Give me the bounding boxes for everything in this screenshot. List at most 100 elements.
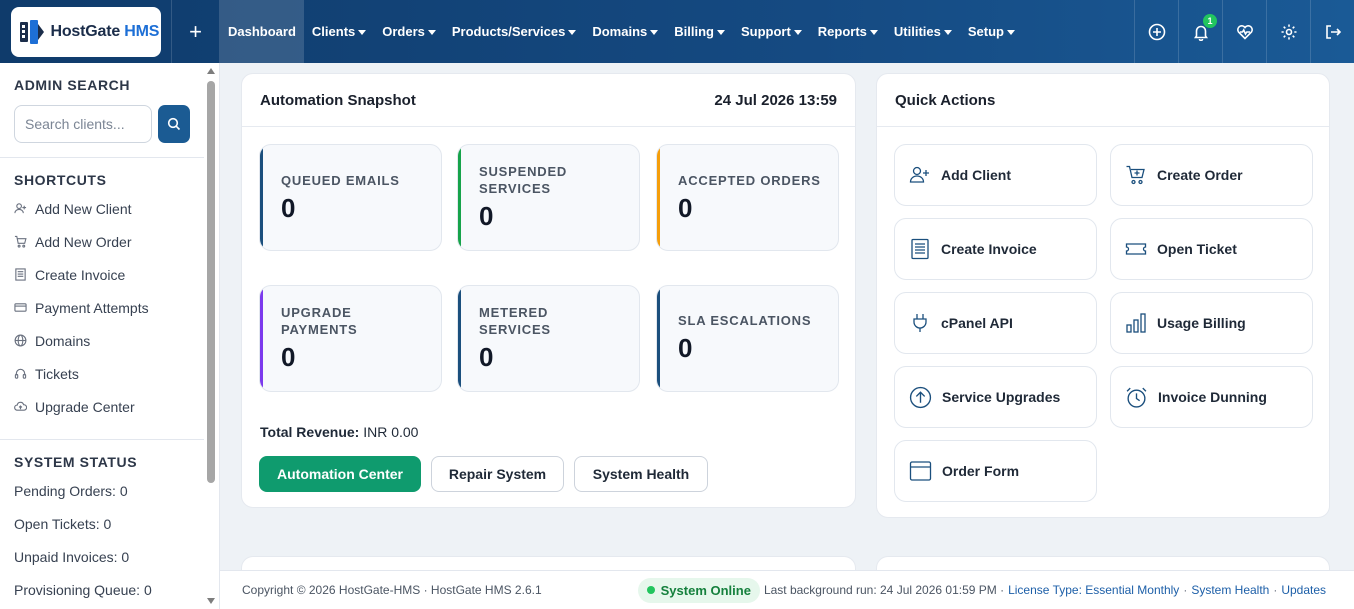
nav-billing[interactable]: Billing [666, 0, 733, 63]
nav-support[interactable]: Support [733, 0, 810, 63]
nav-reports[interactable]: Reports [810, 0, 886, 63]
nav-clients[interactable]: Clients [304, 0, 374, 63]
shortcut-tickets[interactable]: Tickets [0, 357, 219, 390]
stat-value: 0 [479, 201, 494, 231]
qa-label: Open Ticket [1157, 241, 1237, 257]
system-online-label: System Online [660, 582, 751, 598]
caret-down-icon [358, 29, 367, 35]
nav-setup[interactable]: Setup [960, 0, 1023, 63]
notifications-button[interactable]: 1 [1178, 0, 1222, 63]
caret-down-icon [650, 29, 659, 35]
search-button[interactable] [158, 105, 190, 143]
qa-order-form[interactable]: Order Form [894, 440, 1097, 502]
scroll-up-arrow-icon[interactable] [207, 68, 215, 74]
qa-add-client[interactable]: Add Client [894, 144, 1097, 206]
snapshot-header: Automation Snapshot 24 Jul 2026 13:59 [242, 74, 855, 127]
separator: · [1183, 583, 1188, 597]
snapshot-title: Automation Snapshot [260, 91, 416, 109]
qa-label: cPanel API [941, 315, 1013, 331]
updates-link[interactable]: Updates [1281, 583, 1326, 597]
invoice-icon [15, 268, 26, 281]
health-monitor-button[interactable] [1222, 0, 1266, 63]
license-type-link[interactable]: License Type: Essential Monthly [1008, 583, 1179, 597]
stat-label: UPGRADE PAYMENTS [281, 305, 358, 337]
stat-accepted-orders[interactable]: ACCEPTED ORDERS 0 [656, 144, 839, 251]
logout-button[interactable] [1310, 0, 1354, 63]
shortcut-label: Upgrade Center [35, 398, 135, 415]
stat-label: METERED SERVICES [479, 305, 551, 337]
shortcut-label: Add New Client [35, 200, 132, 217]
qa-label: Order Form [942, 463, 1020, 479]
shortcut-add-new-client[interactable]: Add New Client [0, 192, 219, 225]
nav-domains[interactable]: Domains [584, 0, 666, 63]
caret-down-icon [943, 29, 952, 35]
status-pending-orders: Pending Orders: 0 [14, 482, 128, 499]
nav-orders[interactable]: Orders [374, 0, 444, 63]
stat-upgrade-payments[interactable]: UPGRADE PAYMENTS 0 [259, 285, 442, 392]
total-revenue: Total Revenue: INR 0.00 [260, 424, 418, 440]
qa-label: Add Client [941, 167, 1011, 183]
qa-create-invoice[interactable]: Create Invoice [894, 218, 1097, 280]
nav-dashboard[interactable]: Dashboard [220, 0, 304, 63]
qa-usage-billing[interactable]: Usage Billing [1110, 292, 1313, 354]
system-health-button[interactable]: System Health [574, 456, 708, 492]
nav-utilities[interactable]: Utilities [886, 0, 960, 63]
sidebar-scrollbar[interactable] [205, 63, 217, 609]
add-circle-button[interactable] [1134, 0, 1178, 63]
settings-button[interactable] [1266, 0, 1310, 63]
gear-icon [1281, 24, 1296, 39]
shortcut-label: Create Invoice [35, 266, 126, 283]
system-status-title: SYSTEM STATUS [14, 454, 138, 470]
qa-cpanel-api[interactable]: cPanel API [894, 292, 1097, 354]
stat-value: 0 [678, 193, 693, 223]
quick-add-button[interactable]: + [172, 0, 220, 63]
main-menu: Dashboard Clients Orders Products/Servic… [220, 0, 1134, 63]
qa-service-upgrades[interactable]: Service Upgrades [894, 366, 1097, 428]
scroll-thumb[interactable] [207, 81, 215, 483]
system-health-link[interactable]: System Health [1191, 583, 1269, 597]
lower-card-right [876, 556, 1330, 570]
browser-window-icon [909, 461, 932, 481]
shortcut-payment-attempts[interactable]: Payment Attempts [0, 291, 219, 324]
scroll-down-arrow-icon[interactable] [207, 598, 215, 604]
automation-center-button[interactable]: Automation Center [259, 456, 421, 492]
logout-icon [1325, 24, 1341, 39]
qa-invoice-dunning[interactable]: Invoice Dunning [1110, 366, 1313, 428]
system-online-badge: System Online [637, 577, 760, 603]
nav-products-services[interactable]: Products/Services [444, 0, 584, 63]
logo-container: HostGate HMS [0, 0, 172, 63]
qa-create-order[interactable]: Create Order [1110, 144, 1313, 206]
shortcut-upgrade-center[interactable]: Upgrade Center [0, 390, 219, 423]
search-icon [167, 117, 181, 131]
plus-circle-icon [1148, 23, 1165, 40]
headset-icon [14, 368, 27, 379]
repair-system-button[interactable]: Repair System [431, 456, 564, 492]
brand-name: HostGate HMS [50, 22, 160, 40]
shortcuts-title: SHORTCUTS [14, 172, 107, 188]
last-background-run: Last background run: 24 Jul 2026 01:59 P… [763, 583, 1005, 597]
shortcut-create-invoice[interactable]: Create Invoice [0, 258, 219, 291]
brand-logo[interactable]: HostGate HMS [10, 6, 161, 57]
shortcut-label: Tickets [35, 365, 79, 382]
stat-value: 0 [281, 342, 296, 372]
quick-actions-card: Quick Actions Add Client Create Order Cr… [876, 73, 1330, 518]
revenue-label: Total Revenue: [260, 424, 360, 440]
quick-actions-title: Quick Actions [895, 91, 996, 109]
client-search-input[interactable] [14, 105, 152, 143]
globe-icon [14, 334, 27, 347]
stat-label: SUSPENDED SERVICES [479, 164, 568, 196]
invoice-icon [911, 238, 929, 260]
alarm-clock-icon [1126, 387, 1147, 408]
shortcut-add-new-order[interactable]: Add New Order [0, 225, 219, 258]
stat-label: SLA ESCALATIONS [678, 313, 812, 328]
qa-open-ticket[interactable]: Open Ticket [1110, 218, 1313, 280]
caret-down-icon [716, 29, 725, 35]
caret-down-icon [568, 29, 577, 35]
stat-queued-emails[interactable]: QUEUED EMAILS 0 [259, 144, 442, 251]
footer: Copyright © 2026 HostGate-HMS · HostGate… [220, 570, 1354, 609]
stat-metered-services[interactable]: METERED SERVICES 0 [457, 285, 640, 392]
shortcut-domains[interactable]: Domains [0, 324, 219, 357]
automation-snapshot-card: Automation Snapshot 24 Jul 2026 13:59 QU… [241, 73, 856, 508]
stat-sla-escalations[interactable]: SLA ESCALATIONS 0 [656, 285, 839, 392]
stat-suspended-services[interactable]: SUSPENDED SERVICES 0 [457, 144, 640, 251]
